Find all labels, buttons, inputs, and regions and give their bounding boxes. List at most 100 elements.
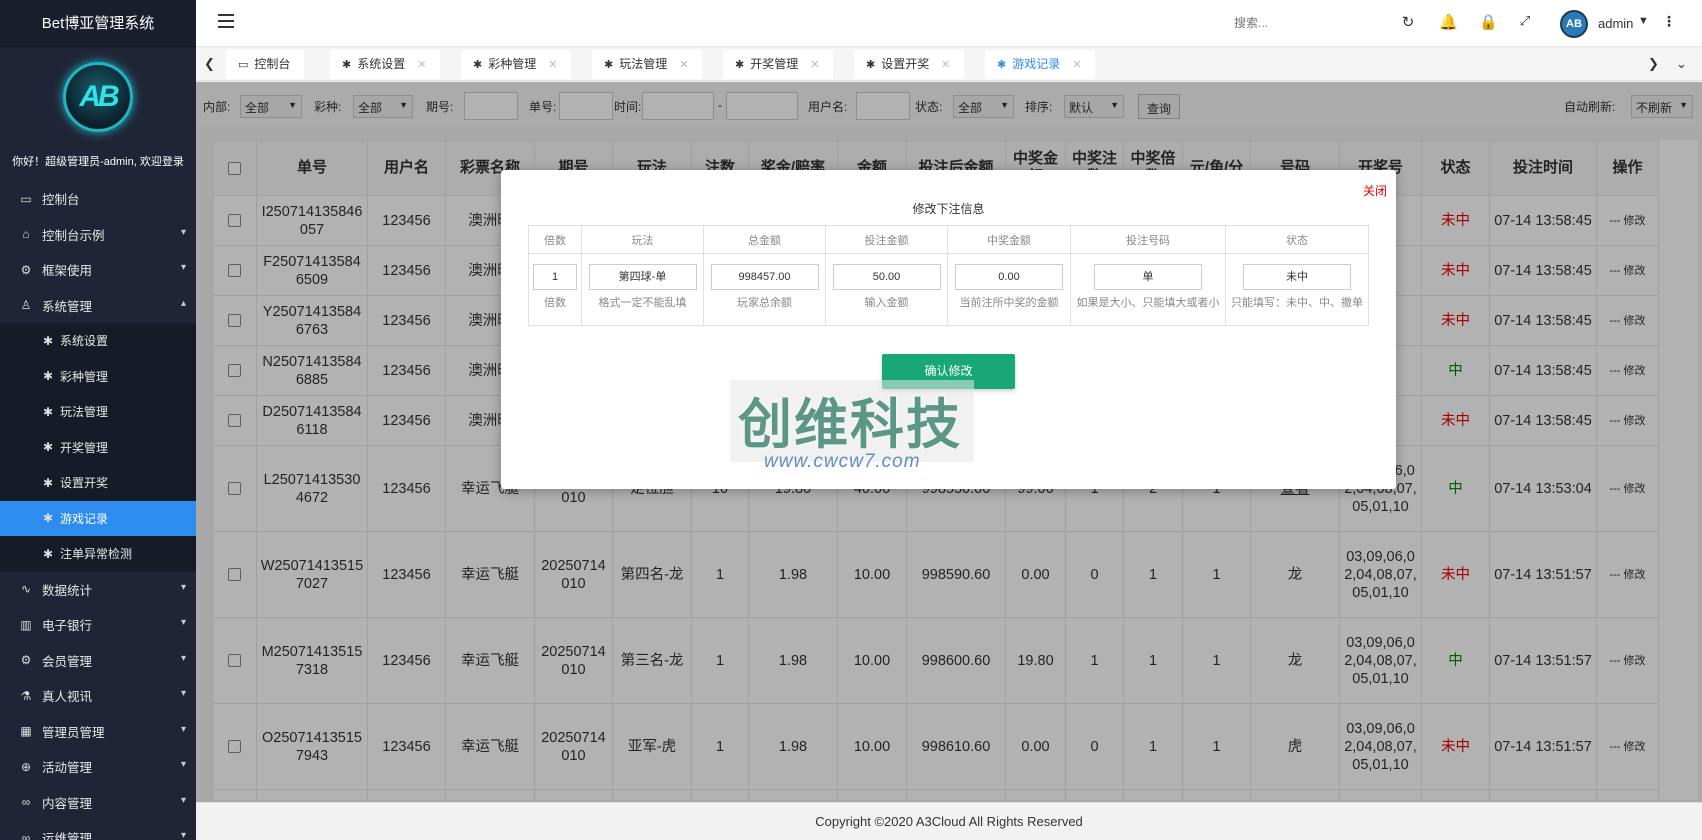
menu-item-content[interactable]: ∞ 内容管理 ▾ (0, 785, 196, 821)
edit-col-header: 投注号码 (1070, 225, 1226, 254)
chevron-down-icon: ▾ (180, 688, 186, 699)
avatar[interactable]: AB (1560, 10, 1588, 38)
pulse-icon: ∿ (20, 582, 32, 597)
menu-item-draw-management[interactable]: ✱ 开奖管理 (0, 430, 196, 466)
menu-item-framework[interactable]: ⚙ 框架使用 ▾ (0, 252, 196, 288)
search-input[interactable] (1234, 16, 1324, 30)
close-icon[interactable]: ✕ (679, 59, 688, 71)
close-icon[interactable]: ✕ (1072, 59, 1081, 71)
menu-item-system-management[interactable]: ♙ 系统管理 ▴ (0, 288, 196, 324)
footer: Copyright ©2020 A3Cloud All Rights Reser… (196, 802, 1702, 840)
welcome-text: 你好！超级管理员-admin, 欢迎登录 (12, 156, 184, 168)
username[interactable]: admin (1598, 16, 1633, 31)
menu-toggle-icon[interactable] (218, 14, 234, 32)
menu-item-system-settings[interactable]: ✱ 系统设置 (0, 323, 196, 359)
play-input[interactable]: 第四球-单 (588, 264, 697, 290)
tab-system-settings[interactable]: ✱ 系统设置 ✕ (330, 50, 441, 79)
asterisk-icon: ✱ (42, 440, 54, 455)
chevron-up-icon: ▴ (180, 297, 186, 309)
menu-item-e-bank[interactable]: ▥ 电子银行 ▾ (0, 607, 196, 643)
edit-col-header: 倍数 (528, 225, 582, 254)
chevron-right-icon[interactable]: ❯ (1648, 56, 1659, 72)
close-icon[interactable]: ✕ (810, 59, 819, 71)
bell-icon[interactable]: 🔔 (1439, 13, 1458, 31)
tab-play-management[interactable]: ✱ 玩法管理 ✕ (592, 50, 703, 79)
asterisk-icon: ✱ (473, 59, 483, 71)
tab-bar: ❮ ▭ 控制台 ✱ 系统设置 ✕ ✱ 彩种管理 ✕ ✱ 玩法管理 ✕ ✱ 开奖管理 ✕ ✱ 设置开奖… (196, 48, 1702, 81)
refresh-icon[interactable]: ↻ (1399, 13, 1417, 31)
tab-dashboard[interactable]: ▭ 控制台 (226, 50, 305, 79)
menu-item-live-video[interactable]: ⚗ 真人视讯 ▾ (0, 678, 196, 714)
fullscreen-icon[interactable]: ⤢ (1516, 13, 1534, 29)
copyright-text: Copyright ©2020 A3Cloud All Rights Reser… (815, 814, 1083, 829)
submenu-system-management: ✱ 系统设置 ✱ 彩种管理 ✱ 玩法管理 ✱ 开奖管理 ✱ 设置开奖 ✱ 游戏记录 ✱ 注单异… (0, 323, 196, 572)
bet-number-hint: 如果是大小、只能填大或者小 (1076, 297, 1220, 309)
tab-lottery-types[interactable]: ✱ 彩种管理 ✕ (461, 50, 572, 79)
asterisk-icon: ✱ (42, 333, 54, 348)
chevron-down-icon: ▾ (180, 759, 186, 770)
menu-item-set-draw[interactable]: ✱ 设置开奖 (0, 465, 196, 501)
menu-item-game-records[interactable]: ✱ 游戏记录 (0, 500, 196, 536)
menu-item-dashboard-examples[interactable]: ⌂ 控制台示例 ▾ (0, 217, 196, 253)
bet-amount-hint: 输入金额 (864, 297, 909, 309)
chevron-down-icon: ▾ (180, 226, 186, 238)
logo-area: AB (0, 47, 196, 147)
multiplier-input[interactable]: 1 (533, 264, 577, 290)
menu-item-activities[interactable]: ⊕ 活动管理 ▾ (0, 749, 196, 785)
caret-down-icon[interactable]: ▼ (1638, 15, 1649, 27)
bet-amount-input[interactable]: 50.00 (832, 264, 941, 290)
tab-draw-management[interactable]: ✱ 开奖管理 ✕ (723, 50, 834, 79)
watermark-text: 创维科技 (738, 393, 962, 456)
close-icon[interactable]: ✕ (548, 59, 557, 71)
menu-item-play-management[interactable]: ✱ 玩法管理 (0, 394, 196, 430)
chevron-down-icon[interactable]: ⌄ (1676, 56, 1687, 72)
asterisk-icon: ✱ (866, 59, 876, 71)
menu-item-members[interactable]: ⚙ 会员管理 ▾ (0, 643, 196, 679)
menu-item-bet-anomaly[interactable]: ✱ 注单异常检测 (0, 536, 196, 572)
asterisk-icon: ✱ (42, 546, 54, 561)
sidebar: Bet博亚管理系统 AB 你好！超级管理员-admin, 欢迎登录 ▭ 控制台 ⌂… (0, 0, 196, 840)
menu-item-statistics[interactable]: ∿ 数据统计 ▾ (0, 572, 196, 608)
watermark-url: www.cwcw7.com (764, 451, 921, 472)
modal-close-button[interactable]: 关闭 (1363, 182, 1387, 199)
menu-item-admins[interactable]: ▦ 管理员管理 ▾ (0, 714, 196, 750)
total-amount-input[interactable]: 998457.00 (710, 264, 819, 290)
menu-item-dashboard[interactable]: ▭ 控制台 (0, 181, 196, 217)
chevron-down-icon: ▾ (180, 723, 186, 735)
menu-item-operations[interactable]: ∞ 运维管理 ▾ (0, 820, 196, 840)
top-header: ↻ 🔔 🔒 ⤢ AB admin ▼ ⋮ (196, 0, 1702, 47)
tab-game-records[interactable]: ✱ 游戏记录 ✕ (985, 50, 1096, 79)
chevron-down-icon: ▾ (180, 617, 186, 628)
tab-set-draw[interactable]: ✱ 设置开奖 ✕ (854, 50, 965, 79)
grid-icon: ▦ (20, 724, 32, 739)
link-icon: ∞ (21, 830, 31, 840)
more-vertical-icon[interactable]: ⋮ (1662, 13, 1676, 30)
lock-icon[interactable]: 🔒 (1479, 13, 1498, 31)
monitor-icon: ▭ (238, 59, 249, 71)
multiplier-hint: 倍数 (544, 297, 566, 309)
play-hint: 格式一定不能乱填 (598, 297, 687, 309)
edit-col-header: 总金额 (703, 225, 826, 254)
chevron-down-icon: ▾ (180, 794, 186, 806)
total-amount-hint: 玩家总余额 (737, 297, 792, 309)
close-icon[interactable]: ✕ (941, 59, 950, 71)
watermark: 创维科技 www.cwcw7.com (730, 380, 974, 480)
edit-col-header: 中奖金额 (947, 225, 1071, 254)
asterisk-icon: ✱ (42, 511, 54, 526)
win-amount-input[interactable]: 0.00 (955, 264, 1063, 290)
close-icon[interactable]: ✕ (417, 59, 426, 71)
user-icon: ♙ (20, 298, 32, 313)
settings-icon: ⚙ (20, 653, 32, 668)
monitor-icon: ▭ (20, 191, 32, 206)
win-amount-hint: 当前注所中奖的金额 (959, 297, 1059, 309)
flask-icon: ⚗ (20, 688, 32, 703)
edit-col-header: 玩法 (581, 225, 704, 254)
menu-item-lottery-types[interactable]: ✱ 彩种管理 (0, 359, 196, 395)
asterisk-icon: ✱ (604, 59, 614, 71)
home-icon: ⌂ (22, 227, 30, 242)
bet-number-input[interactable]: 单 (1094, 264, 1202, 290)
edit-col-header: 投注金额 (825, 225, 948, 254)
asterisk-icon: ✱ (997, 59, 1007, 71)
chevron-left-icon[interactable]: ❮ (204, 56, 215, 72)
status-input[interactable]: 未中 (1243, 264, 1351, 290)
